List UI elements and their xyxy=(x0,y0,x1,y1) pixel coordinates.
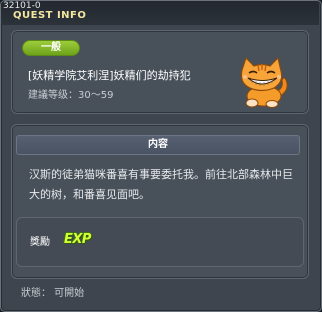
reward-box xyxy=(16,217,304,267)
category-badge: 一般 xyxy=(22,40,80,56)
quest-status: 狀態： 可開始 xyxy=(21,288,85,299)
exp-reward-icon[interactable]: EXP xyxy=(64,232,91,248)
quest-name: [妖精学院艾利涅]妖精们的劫持犯 xyxy=(28,69,191,82)
window-title: QUEST INFO xyxy=(13,10,87,21)
orange-cat-npc-icon xyxy=(240,56,288,108)
quest-description: 汉斯的徒弟猫咪番喜有事要委托我。前往北部森林中巨大的树，和番喜见面吧。 xyxy=(29,168,293,201)
recommended-level: 建議等级：30～59 xyxy=(28,90,114,101)
content-header: 内容 xyxy=(16,135,300,155)
reward-label: 獎勵 xyxy=(30,237,50,248)
